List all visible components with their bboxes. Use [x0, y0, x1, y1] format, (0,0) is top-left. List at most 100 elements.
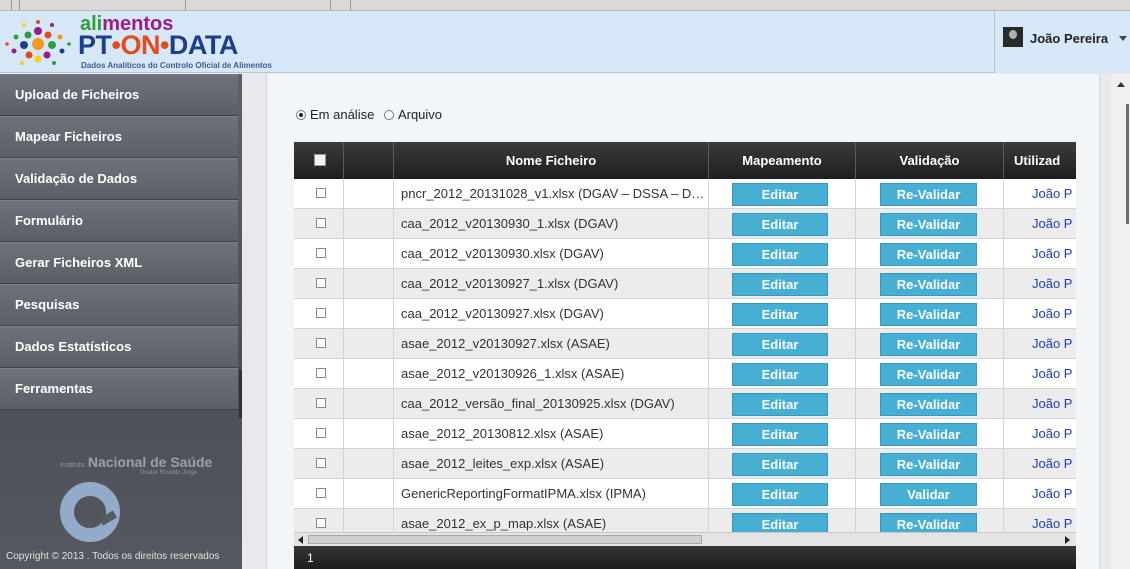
validate-button[interactable]: Re-Validar	[880, 453, 977, 476]
validate-button[interactable]: Re-Validar	[880, 183, 977, 206]
validate-button[interactable]: Validar	[880, 483, 977, 506]
validate-button[interactable]: Re-Validar	[880, 333, 977, 356]
edit-mapping-button[interactable]: Editar	[732, 213, 828, 236]
row-checkbox[interactable]	[316, 338, 326, 348]
edit-mapping-button[interactable]: Editar	[732, 423, 828, 446]
sidebar-item-formulario[interactable]: Formulário	[0, 200, 238, 242]
scroll-left-arrow-icon[interactable]	[298, 536, 303, 544]
scroll-thumb[interactable]	[1126, 104, 1129, 224]
user-link[interactable]: João P	[1032, 329, 1072, 358]
table-row[interactable]: caa_2012_v20130930.xlsx (DGAV) Editar Re-V…	[294, 239, 1076, 269]
app-logo[interactable]: alimentos PT•ON•DATA Dados Analíticos do…	[2, 13, 292, 71]
table-row[interactable]: caa_2012_v20130927.xlsx (DGAV) Editar Re-V…	[294, 299, 1076, 329]
row-checkbox[interactable]	[316, 188, 326, 198]
user-link[interactable]: João P	[1032, 239, 1072, 268]
user-link[interactable]: João P	[1032, 269, 1072, 298]
row-checkbox[interactable]	[316, 488, 326, 498]
sidebar-item-mapear[interactable]: Mapear Ficheiros	[0, 116, 238, 158]
strip-segment	[12, 0, 20, 10]
strip-segment	[0, 0, 12, 10]
sidebar-item-ferramentas[interactable]: Ferramentas	[0, 368, 238, 410]
table-row[interactable]: caa_2012_versão_final_20130925.xlsx (DGA…	[294, 389, 1076, 419]
user-link[interactable]: João P	[1032, 209, 1072, 238]
sidebar-item-pesquisas[interactable]: Pesquisas	[0, 284, 238, 326]
validate-button[interactable]: Re-Validar	[880, 423, 977, 446]
radio-arquivo[interactable]	[383, 110, 394, 120]
table-row[interactable]: asae_2012_v20130926_1.xlsx (ASAE) Editar R…	[294, 359, 1076, 389]
row-checkbox[interactable]	[316, 368, 326, 378]
header-nome-ficheiro[interactable]: Nome Ficheiro	[394, 142, 709, 179]
row-checkbox[interactable]	[316, 428, 326, 438]
user-link[interactable]: João P	[1032, 419, 1072, 448]
table-row[interactable]: caa_2012_v20130927_1.xlsx (DGAV) Editar Re…	[294, 269, 1076, 299]
select-cell	[294, 299, 344, 328]
row-checkbox[interactable]	[316, 398, 326, 408]
user-link[interactable]: João P	[1032, 359, 1072, 388]
row-checkbox[interactable]	[316, 218, 326, 228]
radio-em-analise[interactable]	[296, 110, 306, 120]
edit-mapping-button[interactable]: Editar	[732, 483, 828, 506]
sidebar-item-gerar-xml[interactable]: Gerar Ficheiros XML	[0, 242, 238, 284]
page-number[interactable]: 1	[307, 551, 314, 565]
validate-button[interactable]: Re-Validar	[880, 303, 977, 326]
header-mapeamento[interactable]: Mapeamento	[709, 142, 856, 179]
validate-button[interactable]: Re-Validar	[880, 363, 977, 386]
sidebar-scrollbar[interactable]	[239, 370, 242, 418]
table-row[interactable]: asae_2012_leites_exp.xlsx (ASAE) Editar Re…	[294, 449, 1076, 479]
radio-label-arquivo[interactable]: Arquivo	[398, 107, 442, 122]
institute-text: Instituto Nacional de Saúde	[60, 454, 212, 470]
table-row[interactable]: asae_2012_20130812.xlsx (ASAE) Editar Re-V…	[294, 419, 1076, 449]
table-row[interactable]: pncr_2012_20131028_v1.xlsx (DGAV – DSSA …	[294, 179, 1076, 209]
edit-mapping-button[interactable]: Editar	[732, 243, 828, 266]
file-name: caa_2012_v20130930.xlsx (DGAV)	[394, 239, 709, 268]
user-link[interactable]: João P	[1032, 479, 1072, 508]
edit-mapping-button[interactable]: Editar	[732, 453, 828, 476]
user-link[interactable]: João P	[1032, 389, 1072, 418]
select-all-checkbox[interactable]	[314, 154, 326, 166]
sidebar-item-validacao[interactable]: Validação de Dados	[0, 158, 238, 200]
validacao-cell: Validar	[856, 479, 1004, 508]
edit-mapping-button[interactable]: Editar	[732, 363, 828, 386]
mapeamento-cell: Editar	[709, 179, 856, 208]
scroll-up-arrow-icon[interactable]	[1117, 82, 1125, 87]
header-icon-cell	[344, 142, 394, 179]
radio-label-em-analise[interactable]: Em análise	[310, 107, 374, 122]
edit-mapping-button[interactable]: Editar	[732, 333, 828, 356]
scroll-right-arrow-icon[interactable]	[1065, 536, 1070, 544]
file-name: asae_2012_leites_exp.xlsx (ASAE)	[394, 449, 709, 478]
validate-button[interactable]: Re-Validar	[880, 273, 977, 296]
row-checkbox[interactable]	[316, 518, 326, 528]
row-checkbox[interactable]	[316, 248, 326, 258]
row-checkbox[interactable]	[316, 458, 326, 468]
validacao-cell: Re-Validar	[856, 299, 1004, 328]
header-select-cell	[294, 142, 344, 179]
sidebar-item-upload[interactable]: Upload de Ficheiros	[0, 74, 238, 116]
edit-mapping-button[interactable]: Editar	[732, 303, 828, 326]
validacao-cell: Re-Validar	[856, 239, 1004, 268]
select-cell	[294, 419, 344, 448]
validate-button[interactable]: Re-Validar	[880, 393, 977, 416]
validate-button[interactable]: Re-Validar	[880, 243, 977, 266]
table-row[interactable]: GenericReportingFormatIPMA.xlsx (IPMA) Ed…	[294, 479, 1076, 509]
scroll-thumb[interactable]	[308, 535, 702, 544]
user-link[interactable]: João P	[1032, 449, 1072, 478]
row-checkbox[interactable]	[316, 308, 326, 318]
edit-mapping-button[interactable]: Editar	[732, 273, 828, 296]
icon-cell	[344, 209, 394, 238]
page-vertical-scrollbar[interactable]	[1111, 74, 1130, 569]
table-horizontal-scrollbar[interactable]	[294, 532, 1076, 546]
edit-mapping-button[interactable]: Editar	[732, 393, 828, 416]
header-utilizador[interactable]: Utilizad	[1004, 142, 1076, 179]
user-menu[interactable]: João Pereira	[994, 11, 1130, 73]
edit-mapping-button[interactable]: Editar	[732, 183, 828, 206]
table-row[interactable]: asae_2012_v20130927.xlsx (ASAE) Editar Re-…	[294, 329, 1076, 359]
header-validacao[interactable]: Validação	[856, 142, 1004, 179]
browser-top-strip	[0, 0, 1130, 11]
sidebar: Upload de Ficheiros Mapear Ficheiros Val…	[0, 74, 242, 569]
table-row[interactable]: caa_2012_v20130930_1.xlsx (DGAV) Editar Re…	[294, 209, 1076, 239]
sidebar-item-estatisticos[interactable]: Dados Estatísticos	[0, 326, 238, 368]
row-checkbox[interactable]	[316, 278, 326, 288]
user-link[interactable]: João P	[1032, 179, 1072, 208]
validate-button[interactable]: Re-Validar	[880, 213, 977, 236]
user-link[interactable]: João P	[1032, 299, 1072, 328]
